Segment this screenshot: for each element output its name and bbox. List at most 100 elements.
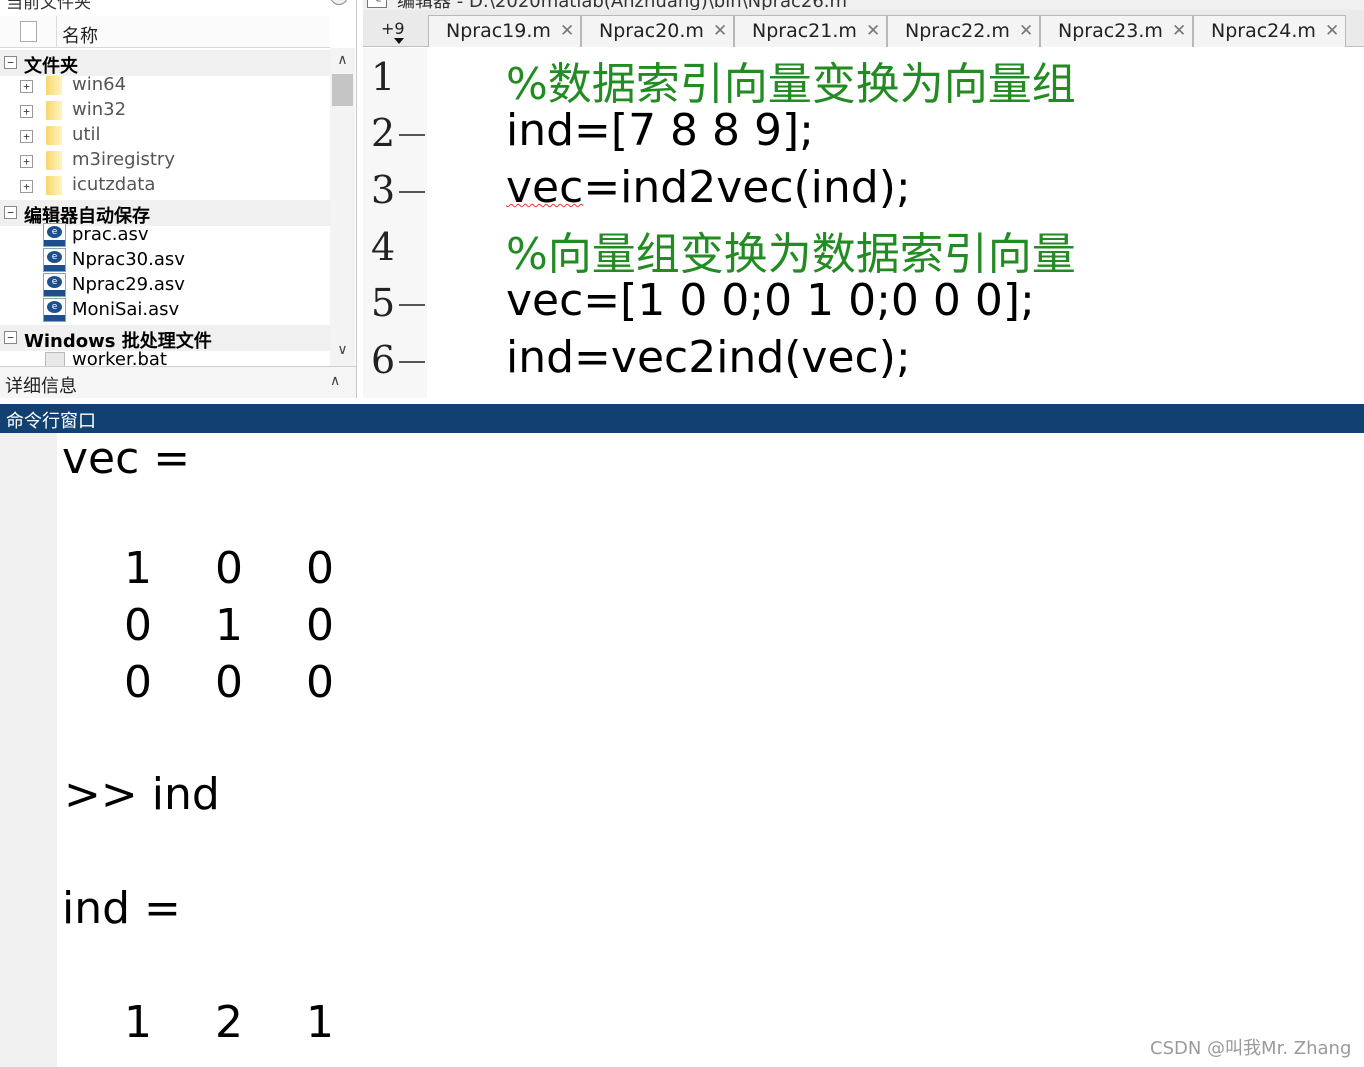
command-window-titlebar[interactable]: 命令行窗口 (0, 404, 1364, 433)
tab-nprac21[interactable]: Nprac21.m ✕ (734, 15, 887, 47)
expand-icon[interactable]: + (20, 155, 33, 168)
folder-row-icutzdata[interactable]: + icutzdata (0, 173, 330, 198)
details-panel-header[interactable]: 详细信息 ∧ (0, 366, 356, 398)
close-icon[interactable]: ✕ (1019, 21, 1033, 41)
folder-row-win32[interactable]: + win32 (0, 98, 330, 123)
watermark: CSDN @叫我Mr. Zhang (1150, 1038, 1352, 1059)
editor-tab-bar: +9 Nprac19.m ✕ Nprac20.m ✕ Nprac21.m ✕ N… (363, 10, 1364, 47)
vec-output-header: vec = (62, 433, 191, 484)
line-number: 4 (371, 225, 396, 269)
collapse-icon[interactable]: − (4, 206, 17, 219)
current-folder-panel: 当前文件夹 ▾ 名称 − 文件夹 + win64 + win32 + util … (0, 0, 357, 398)
close-icon[interactable]: ✕ (866, 21, 880, 41)
code-line-1[interactable]: %数据索引向量变换为向量组 (506, 48, 1076, 112)
more-tabs-count: +9 (381, 19, 405, 38)
file-name: MoniSai.asv (72, 299, 180, 320)
editor-panel: ✎ 编辑器 - D:\2020matlab(Anzhuang)\bin\Npra… (363, 0, 1364, 398)
asv-file-icon: e (43, 223, 66, 247)
folder-icon (46, 126, 62, 145)
line-number: 1 (371, 55, 396, 99)
folder-name: win64 (72, 74, 127, 95)
code-line-4[interactable]: %向量组变换为数据索引向量 (506, 218, 1076, 282)
folder-icon (46, 151, 62, 170)
line-number: 6 (371, 338, 396, 382)
file-row-nprac29-asv[interactable]: e Nprac29.asv (0, 273, 330, 298)
tab-nprac19[interactable]: Nprac19.m ✕ (428, 15, 581, 47)
expand-icon[interactable]: + (20, 130, 33, 143)
scroll-thumb[interactable] (332, 74, 353, 106)
column-separator[interactable] (56, 16, 57, 48)
file-type-icon (20, 21, 37, 42)
folder-row-m3iregistry[interactable]: + m3iregistry (0, 148, 330, 173)
folder-row-win64[interactable]: + win64 (0, 73, 330, 98)
pencil-icon: ✎ (367, 0, 387, 8)
vector-cell: 2 (215, 997, 243, 1048)
name-column-header[interactable]: 名称 (0, 16, 330, 48)
warning-underlined-variable[interactable]: vec (506, 162, 583, 213)
close-icon[interactable]: ✕ (1172, 21, 1186, 41)
matrix-cell: 0 (124, 600, 152, 651)
folder-icon (46, 176, 62, 195)
line-number: 5 (371, 281, 396, 325)
folder-icon (46, 76, 62, 95)
folder-icon (46, 101, 62, 120)
command-prompt-line[interactable]: >> ind (64, 769, 220, 820)
scroll-down-icon[interactable]: ∨ (330, 342, 355, 362)
tab-nprac23[interactable]: Nprac23.m ✕ (1040, 15, 1193, 47)
breakpoint-dash[interactable] (399, 304, 425, 306)
code-line-3[interactable]: vec=ind2vec(ind); (506, 162, 911, 213)
collapse-icon[interactable]: − (4, 56, 17, 69)
ind-output-header: ind = (62, 883, 181, 934)
close-icon[interactable]: ✕ (713, 21, 727, 41)
asv-file-icon: e (43, 248, 66, 272)
scroll-up-icon[interactable]: ∧ (330, 52, 355, 72)
expand-icon[interactable]: + (20, 180, 33, 193)
tab-label: Nprac19.m (446, 20, 551, 42)
asv-file-icon: e (43, 298, 66, 322)
code-line-5[interactable]: vec=[1 0 0;0 1 0;0 0 0]; (506, 275, 1035, 326)
command-window-margin (0, 433, 57, 1067)
file-row-worker-bat[interactable]: worker.bat (0, 348, 330, 366)
vector-cell: 1 (306, 997, 334, 1048)
matrix-cell: 0 (215, 543, 243, 594)
code-area[interactable]: %数据索引向量变换为向量组 ind=[7 8 8 9]; vec=ind2vec… (427, 48, 1364, 398)
file-row-nprac30-asv[interactable]: e Nprac30.asv (0, 248, 330, 273)
code-line-3-rest: =ind2vec(ind); (583, 162, 911, 213)
more-tabs-button[interactable]: +9 (369, 10, 419, 46)
line-number: 3 (371, 168, 396, 212)
breakpoint-dash[interactable] (399, 134, 425, 136)
collapse-icon[interactable]: − (4, 331, 17, 344)
breakpoint-dash[interactable] (399, 361, 425, 363)
code-line-2[interactable]: ind=[7 8 8 9]; (506, 105, 814, 156)
command-window-title: 命令行窗口 (6, 411, 96, 432)
folder-row-util[interactable]: + util (0, 123, 330, 148)
tab-nprac24[interactable]: Nprac24.m ✕ (1193, 15, 1346, 47)
file-name: prac.asv (72, 224, 149, 245)
close-icon[interactable]: ✕ (560, 21, 574, 41)
folder-name: util (72, 124, 101, 145)
tab-nprac20[interactable]: Nprac20.m ✕ (581, 15, 734, 47)
matrix-cell: 1 (124, 543, 152, 594)
dropdown-arrow-icon (394, 38, 404, 44)
editor-titlebar: ✎ 编辑器 - D:\2020matlab(Anzhuang)\bin\Npra… (363, 0, 1364, 12)
folder-panel-title: 当前文件夹 (6, 0, 91, 13)
folder-panel-titlebar: 当前文件夹 ▾ (0, 0, 356, 13)
command-window[interactable]: vec = 1 0 0 0 1 0 0 0 0 >> ind ind = 1 2… (0, 433, 1364, 1067)
expand-icon[interactable]: + (20, 105, 33, 118)
chevron-up-icon[interactable]: ∧ (330, 373, 340, 389)
expand-icon[interactable]: + (20, 80, 33, 93)
close-icon[interactable]: ✕ (1325, 21, 1339, 41)
folder-name: win32 (72, 99, 127, 120)
breakpoint-dash[interactable] (399, 191, 425, 193)
vector-cell: 1 (124, 997, 152, 1048)
folder-panel-menu-button[interactable]: ▾ (330, 0, 348, 5)
tab-label: Nprac23.m (1058, 20, 1163, 42)
file-row-prac-asv[interactable]: e prac.asv (0, 223, 330, 248)
tab-label: Nprac20.m (599, 20, 704, 42)
code-line-6[interactable]: ind=vec2ind(vec); (506, 332, 911, 383)
tab-nprac22[interactable]: Nprac22.m ✕ (887, 15, 1040, 47)
matrix-cell: 0 (306, 600, 334, 651)
folder-tree-scrollbar[interactable]: ∧ ∨ (330, 48, 355, 366)
file-row-monisai-asv[interactable]: e MoniSai.asv (0, 298, 330, 323)
folder-name: m3iregistry (72, 149, 175, 170)
